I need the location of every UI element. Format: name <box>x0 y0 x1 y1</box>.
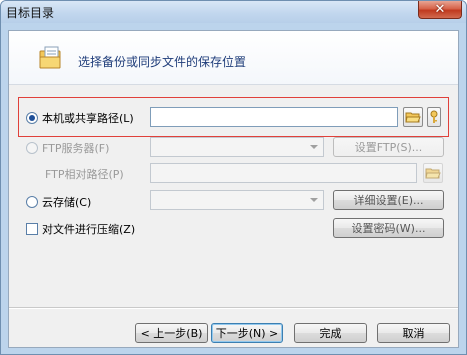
cloud-storage-radio[interactable] <box>26 196 38 208</box>
prev-button[interactable]: < 上一步(B) <box>135 323 208 343</box>
chevron-down-icon <box>310 198 318 202</box>
ftp-server-option[interactable]: FTP服务器(F) <box>26 140 109 156</box>
folder-document-icon <box>39 46 61 69</box>
ftp-relative-path-input[interactable] <box>150 163 417 183</box>
open-folder-icon <box>405 112 421 123</box>
local-path-label[interactable]: 本机或共享路径(L) <box>42 110 134 126</box>
next-button[interactable]: 下一步(N) > <box>211 323 283 343</box>
header-title: 选择备份或同步文件的保存位置 <box>78 55 247 69</box>
footer-separator <box>9 307 458 309</box>
cloud-storage-label[interactable]: 云存储(C) <box>42 194 91 210</box>
ftp-relative-path-row: FTP相对路径(P) <box>45 166 124 182</box>
close-icon: ✕ <box>434 2 446 17</box>
network-credentials-button[interactable] <box>427 107 441 127</box>
dialog-body: 选择备份或同步文件的保存位置 本机或共享路径(L) FTP服务器(F) 设置FT… <box>8 30 459 348</box>
finish-button[interactable]: 完成 <box>294 323 367 343</box>
key-icon <box>430 110 438 123</box>
compress-label[interactable]: 对文件进行压缩(Z) <box>42 221 135 237</box>
compress-checkbox[interactable] <box>26 223 38 235</box>
ftp-server-select[interactable] <box>150 137 324 157</box>
header-band: 选择备份或同步文件的保存位置 <box>9 31 458 85</box>
ftp-server-label[interactable]: FTP服务器(F) <box>42 140 109 156</box>
set-password-button[interactable]: 设置密码(W)... <box>333 218 444 238</box>
browse-folder-button[interactable] <box>403 107 423 127</box>
window-title: 目标目录 <box>6 6 55 20</box>
cancel-button[interactable]: 取消 <box>377 323 450 343</box>
ftp-server-radio[interactable] <box>26 142 38 154</box>
title-bar[interactable]: 目标目录 ✕ <box>1 1 466 23</box>
ftp-settings-button[interactable]: 设置FTP(S)... <box>333 137 444 157</box>
chevron-down-icon <box>310 145 318 149</box>
ftp-browse-button[interactable] <box>423 163 443 183</box>
target-directory-dialog: 目标目录 ✕ 选择备份或同步文件的保存位置 本机或共享路径(L) FTP服务器(… <box>0 0 467 355</box>
ftp-relative-path-label: FTP相对路径(P) <box>45 168 124 181</box>
open-folder-icon <box>425 168 441 179</box>
cloud-details-button[interactable]: 详细设置(E)... <box>333 190 444 210</box>
cloud-storage-option[interactable]: 云存储(C) <box>26 194 91 210</box>
cloud-storage-select[interactable] <box>150 190 324 210</box>
close-button[interactable]: ✕ <box>418 1 462 19</box>
local-path-option[interactable]: 本机或共享路径(L) <box>26 110 134 126</box>
local-path-radio[interactable] <box>26 112 38 124</box>
compress-option[interactable]: 对文件进行压缩(Z) <box>26 221 135 237</box>
local-path-input[interactable] <box>150 107 398 127</box>
